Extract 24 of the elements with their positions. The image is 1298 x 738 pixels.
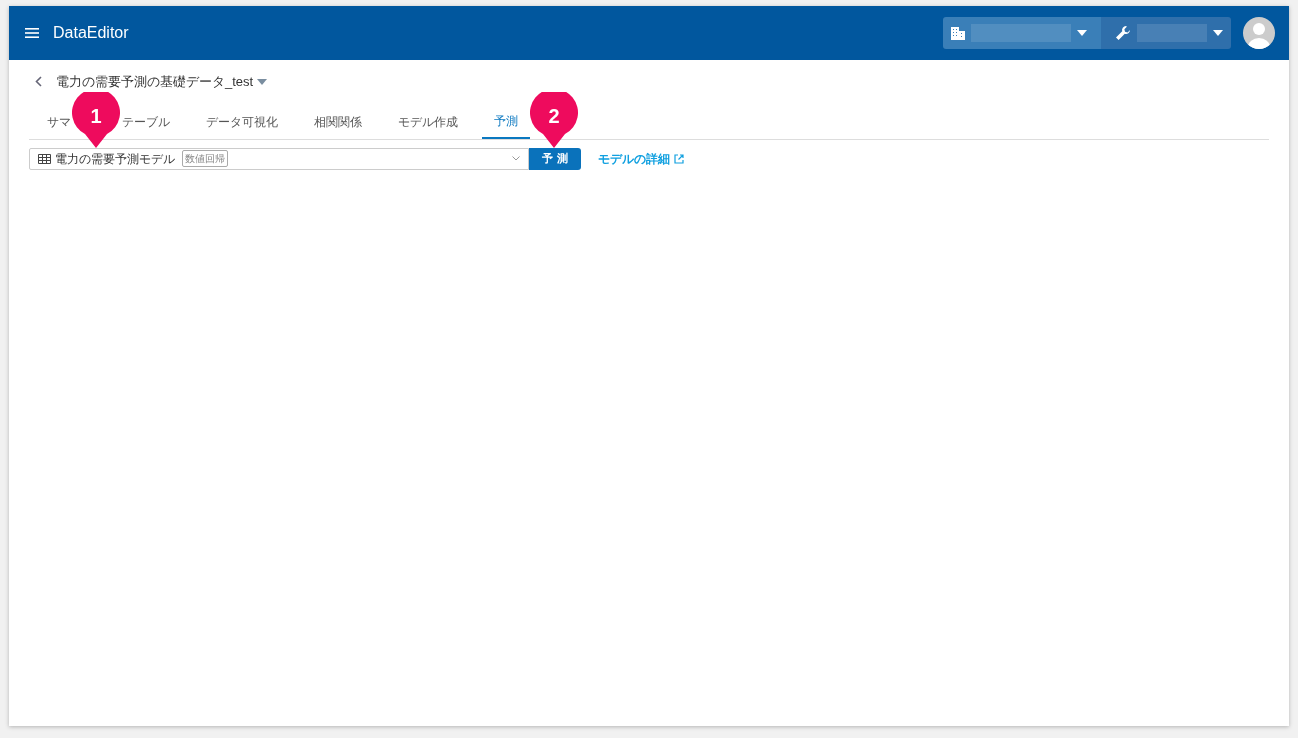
project-dropdown[interactable] bbox=[1101, 17, 1231, 49]
step-marker: 2 bbox=[530, 92, 578, 148]
tab[interactable]: データ可視化 bbox=[206, 97, 278, 140]
tab[interactable]: モデル作成 bbox=[398, 97, 458, 140]
organization-dropdown[interactable] bbox=[943, 17, 1101, 49]
chevron-down-icon bbox=[512, 156, 520, 161]
caret-icon bbox=[1213, 30, 1223, 36]
caret-icon bbox=[257, 78, 268, 85]
predict-button[interactable]: 予 測 bbox=[529, 147, 581, 170]
tab[interactable]: テーブル bbox=[122, 97, 170, 140]
model-select[interactable]: 電力の需要予測モデル 数値回帰 bbox=[29, 147, 529, 170]
building-icon bbox=[951, 26, 965, 40]
wrench-icon bbox=[1115, 25, 1131, 41]
menu-icon[interactable] bbox=[25, 27, 39, 39]
tab[interactable]: サマ bbox=[47, 97, 71, 140]
dataset-title[interactable]: 電力の需要予測の基礎データ_test bbox=[56, 72, 268, 92]
avatar[interactable] bbox=[1243, 17, 1275, 49]
tab[interactable]: 相関関係 bbox=[314, 97, 362, 140]
table-icon bbox=[38, 153, 51, 164]
external-link-icon bbox=[674, 153, 684, 164]
app-title: DataEditor bbox=[53, 23, 129, 43]
caret-icon bbox=[1077, 30, 1087, 36]
step-marker: 1 bbox=[72, 92, 120, 148]
back-icon[interactable] bbox=[35, 76, 42, 88]
